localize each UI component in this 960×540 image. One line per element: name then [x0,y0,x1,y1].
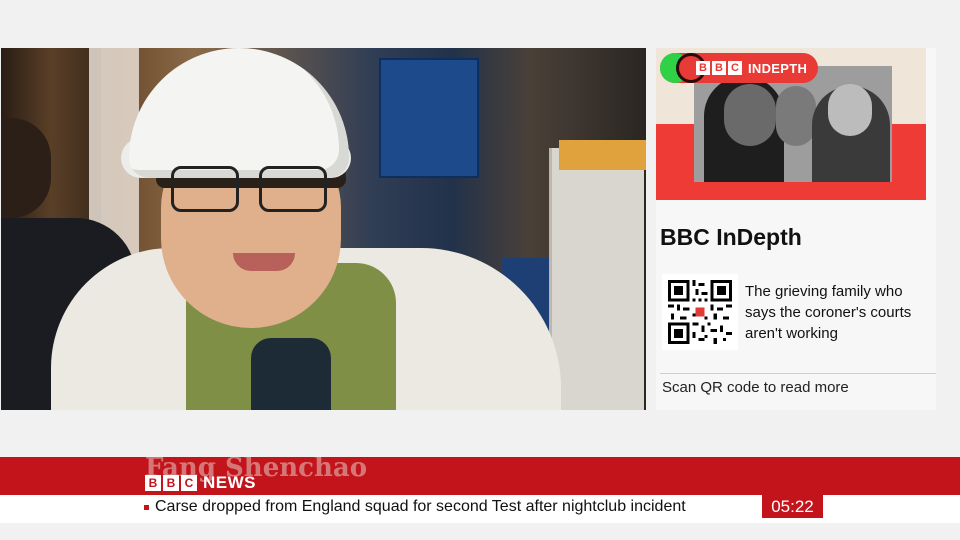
hard-hat [129,48,349,178]
main-video-frame [1,48,646,410]
interviewee-shirt [251,338,331,410]
glasses [171,166,331,212]
scan-instruction: Scan QR code to read more [662,379,849,396]
bbc-logo: B B C [696,61,742,75]
indepth-promo-image: B B C INDEPTH [656,48,926,200]
bbc-news-logo: B B C NEWS [145,473,256,493]
qr-code [662,274,738,350]
news-wordmark: NEWS [203,473,256,492]
panel-title: BBC InDepth [660,224,802,250]
divider [660,373,936,374]
background-sign [559,140,646,170]
ticker-headline: Carse dropped from England squad for sec… [155,498,686,515]
clock: 05:22 [762,495,823,518]
promo-photo [694,66,892,182]
story-headline: The grieving family who says the coroner… [745,283,912,342]
indepth-label: INDEPTH [748,61,808,76]
indepth-badge: B B C INDEPTH [660,53,818,83]
smile [233,253,295,271]
background-poster [379,58,479,178]
ticker-bullet-icon [144,505,149,510]
indepth-panel: B B C INDEPTH BBC InDepth The grieving f… [656,48,936,410]
name-strip: Fang Shenchao [0,457,960,495]
background-door [549,148,644,410]
qr-code-icon [668,280,732,344]
